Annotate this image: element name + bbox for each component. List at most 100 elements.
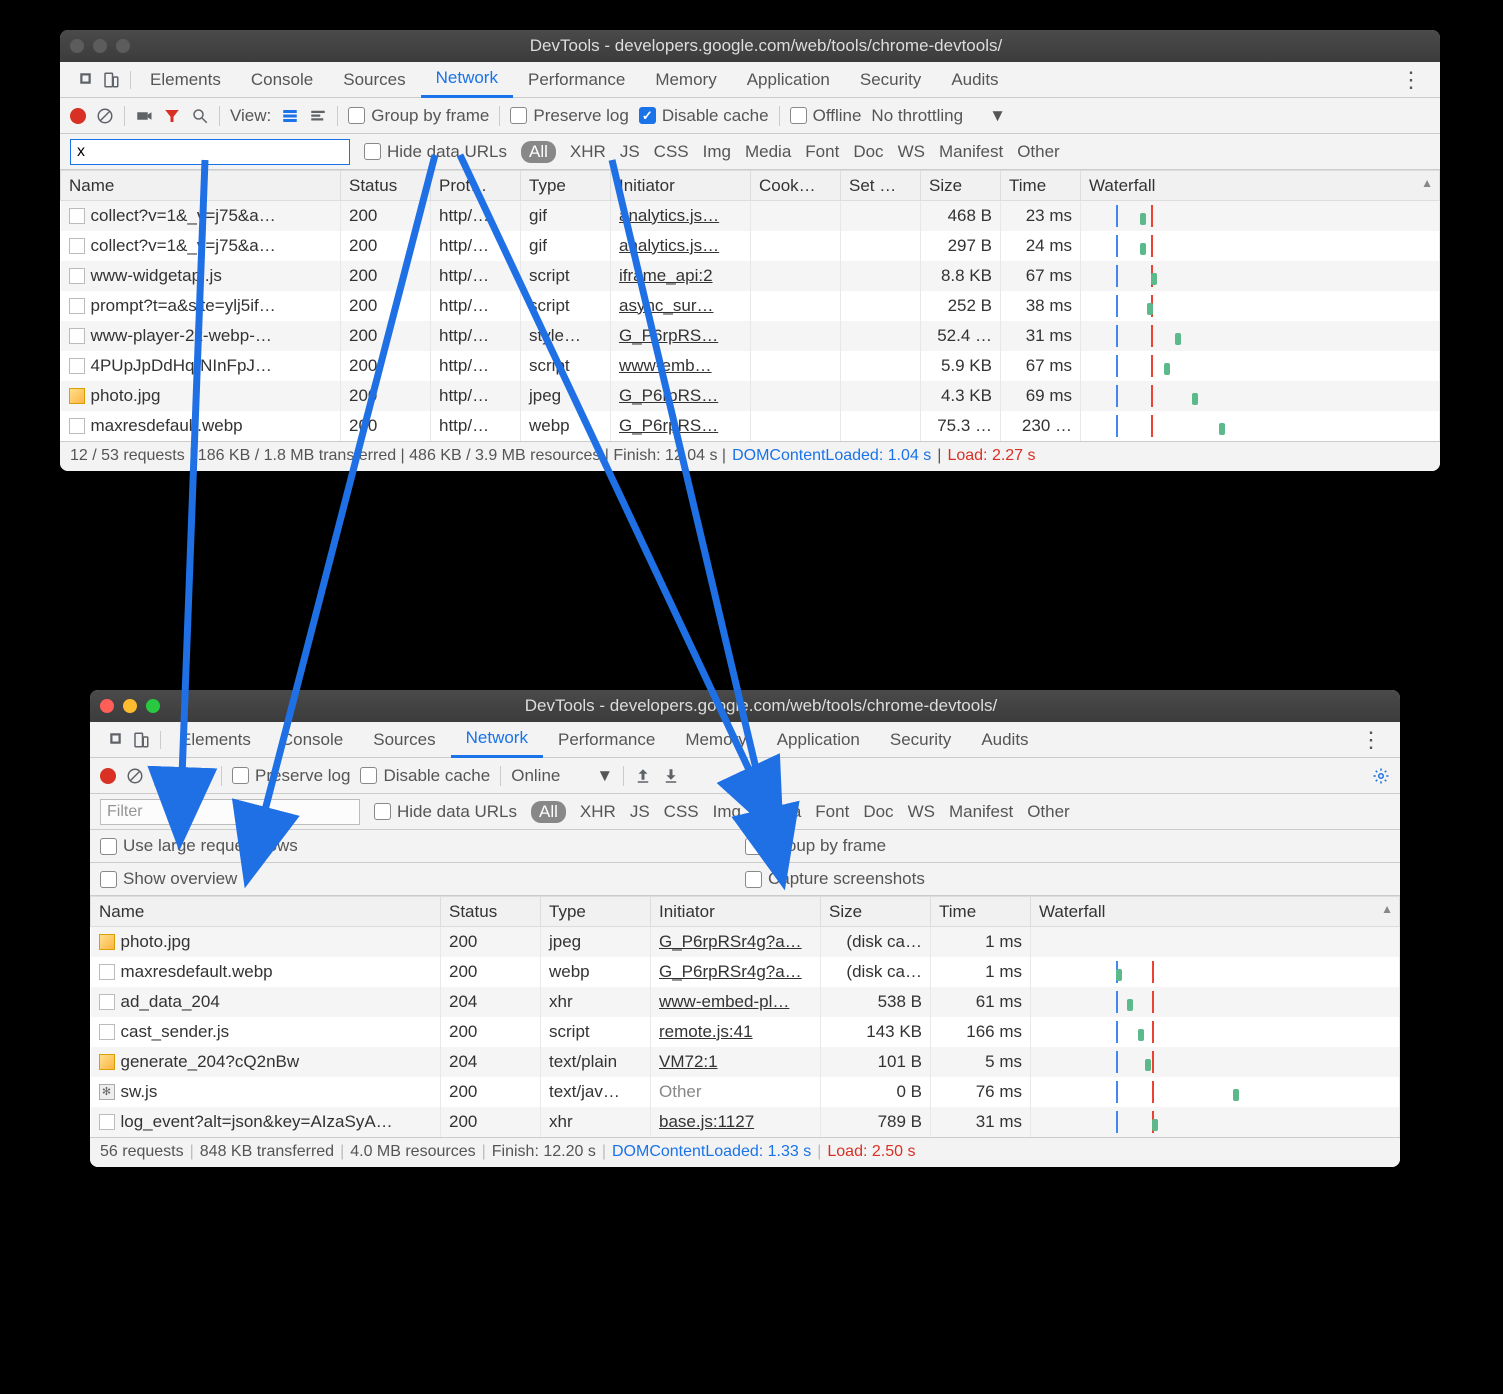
group-by-frame-option[interactable]: Group by frame — [348, 106, 489, 126]
group-by-frame-option[interactable]: Group by frame — [745, 836, 886, 856]
minimize-icon[interactable] — [123, 699, 137, 713]
filter-type-ws[interactable]: WS — [898, 142, 925, 162]
column-time[interactable]: Time — [1001, 171, 1081, 201]
filter-type-js[interactable]: JS — [630, 802, 650, 822]
filter-type-img[interactable]: Img — [703, 142, 731, 162]
minimize-icon[interactable] — [93, 39, 107, 53]
table-row[interactable]: collect?v=1&_v=j75&a…200http/…gifanalyti… — [61, 231, 1440, 261]
record-button[interactable] — [100, 768, 116, 784]
inspect-icon[interactable] — [108, 731, 126, 749]
throttling-select[interactable]: Online▼ — [511, 766, 613, 786]
filter-type-manifest[interactable]: Manifest — [939, 142, 1003, 162]
device-icon[interactable] — [102, 71, 120, 89]
hide-data-urls-option[interactable]: Hide data URLs — [364, 142, 507, 162]
clear-icon[interactable] — [126, 767, 144, 785]
filter-type-media[interactable]: Media — [755, 802, 801, 822]
column-set[interactable]: Set … — [841, 171, 921, 201]
column-type[interactable]: Type — [521, 171, 611, 201]
camera-icon[interactable] — [135, 107, 153, 125]
tab-audits[interactable]: Audits — [966, 722, 1043, 758]
column-size[interactable]: Size — [921, 171, 1001, 201]
table-row[interactable]: generate_204?cQ2nBw204text/plainVM72:110… — [91, 1047, 1400, 1077]
tab-performance[interactable]: Performance — [543, 722, 670, 758]
table-row[interactable]: photo.jpg200http/…jpegG_P6rpRS…4.3 KB69 … — [61, 381, 1440, 411]
close-icon[interactable] — [100, 699, 114, 713]
tab-memory[interactable]: Memory — [640, 62, 731, 98]
show-overview-option[interactable]: Show overview — [100, 869, 237, 889]
table-row[interactable]: collect?v=1&_v=j75&a…200http/…gifanalyti… — [61, 201, 1440, 231]
clear-icon[interactable] — [96, 107, 114, 125]
column-initiator[interactable]: Initiator — [611, 171, 751, 201]
filter-type-xhr[interactable]: XHR — [580, 802, 616, 822]
table-row[interactable]: maxresdefault.webp200webpG_P6rpRSr4g?a…(… — [91, 957, 1400, 987]
column-waterfall[interactable]: Waterfall — [1031, 897, 1400, 927]
column-name[interactable]: Name — [61, 171, 341, 201]
titlebar[interactable]: DevTools - developers.google.com/web/too… — [90, 690, 1400, 722]
disable-cache-option[interactable]: Disable cache — [360, 766, 490, 786]
filter-input[interactable] — [70, 139, 350, 165]
throttling-select[interactable]: No throttling▼ — [871, 106, 1006, 126]
filter-type-xhr[interactable]: XHR — [570, 142, 606, 162]
tab-network[interactable]: Network — [421, 62, 513, 98]
large-rows-option[interactable]: Use large request rows — [100, 836, 298, 856]
tab-audits[interactable]: Audits — [936, 62, 1013, 98]
filter-type-css[interactable]: CSS — [654, 142, 689, 162]
column-status[interactable]: Status — [441, 897, 541, 927]
capture-screenshots-option[interactable]: Capture screenshots — [745, 869, 925, 889]
tab-elements[interactable]: Elements — [135, 62, 236, 98]
table-row[interactable]: maxresdefault.webp200http/…webpG_P6rpRS…… — [61, 411, 1440, 441]
kebab-menu-icon[interactable]: ⋮ — [1350, 727, 1392, 753]
tab-sources[interactable]: Sources — [358, 722, 450, 758]
tab-sources[interactable]: Sources — [328, 62, 420, 98]
kebab-menu-icon[interactable]: ⋮ — [1390, 67, 1432, 93]
filter-input[interactable] — [100, 799, 360, 825]
preserve-log-option[interactable]: Preserve log — [232, 766, 350, 786]
filter-type-js[interactable]: JS — [620, 142, 640, 162]
tab-security[interactable]: Security — [875, 722, 966, 758]
table-row[interactable]: log_event?alt=json&key=AIzaSyA…200xhrbas… — [91, 1107, 1400, 1137]
tab-application[interactable]: Application — [762, 722, 875, 758]
filter-icon[interactable] — [163, 107, 181, 125]
search-icon[interactable] — [193, 767, 211, 785]
zoom-icon[interactable] — [116, 39, 130, 53]
filter-type-doc[interactable]: Doc — [863, 802, 893, 822]
filter-type-font[interactable]: Font — [815, 802, 849, 822]
filter-type-css[interactable]: CSS — [664, 802, 699, 822]
filter-type-other[interactable]: Other — [1017, 142, 1060, 162]
filter-type-other[interactable]: Other — [1027, 802, 1070, 822]
table-row[interactable]: ad_data_204204xhrwww-embed-pl…538 B61 ms — [91, 987, 1400, 1017]
column-prot[interactable]: Prot… — [431, 171, 521, 201]
offline-option[interactable]: Offline — [790, 106, 862, 126]
filter-type-img[interactable]: Img — [713, 802, 741, 822]
overview-icon[interactable] — [309, 107, 327, 125]
filter-icon[interactable] — [165, 767, 183, 785]
upload-icon[interactable] — [634, 767, 652, 785]
filter-type-all[interactable]: All — [521, 141, 556, 163]
large-rows-icon[interactable] — [281, 107, 299, 125]
record-button[interactable] — [70, 108, 86, 124]
tab-console[interactable]: Console — [266, 722, 358, 758]
filter-type-media[interactable]: Media — [745, 142, 791, 162]
filter-type-manifest[interactable]: Manifest — [949, 802, 1013, 822]
inspect-icon[interactable] — [78, 71, 96, 89]
tab-network[interactable]: Network — [451, 722, 543, 758]
column-size[interactable]: Size — [821, 897, 931, 927]
device-icon[interactable] — [132, 731, 150, 749]
filter-type-font[interactable]: Font — [805, 142, 839, 162]
settings-gear-icon[interactable] — [1372, 767, 1390, 785]
tab-security[interactable]: Security — [845, 62, 936, 98]
table-row[interactable]: cast_sender.js200scriptremote.js:41143 K… — [91, 1017, 1400, 1047]
column-status[interactable]: Status — [341, 171, 431, 201]
table-row[interactable]: 4PUpJpDdHqrNInFpJ…200http/…scriptwww-emb… — [61, 351, 1440, 381]
filter-type-doc[interactable]: Doc — [853, 142, 883, 162]
column-name[interactable]: Name — [91, 897, 441, 927]
hide-data-urls-option[interactable]: Hide data URLs — [374, 802, 517, 822]
tab-elements[interactable]: Elements — [165, 722, 266, 758]
tab-performance[interactable]: Performance — [513, 62, 640, 98]
column-type[interactable]: Type — [541, 897, 651, 927]
filter-type-ws[interactable]: WS — [908, 802, 935, 822]
column-waterfall[interactable]: Waterfall — [1081, 171, 1440, 201]
traffic-lights[interactable] — [100, 699, 160, 713]
preserve-log-option[interactable]: Preserve log — [510, 106, 628, 126]
titlebar[interactable]: DevTools - developers.google.com/web/too… — [60, 30, 1440, 62]
